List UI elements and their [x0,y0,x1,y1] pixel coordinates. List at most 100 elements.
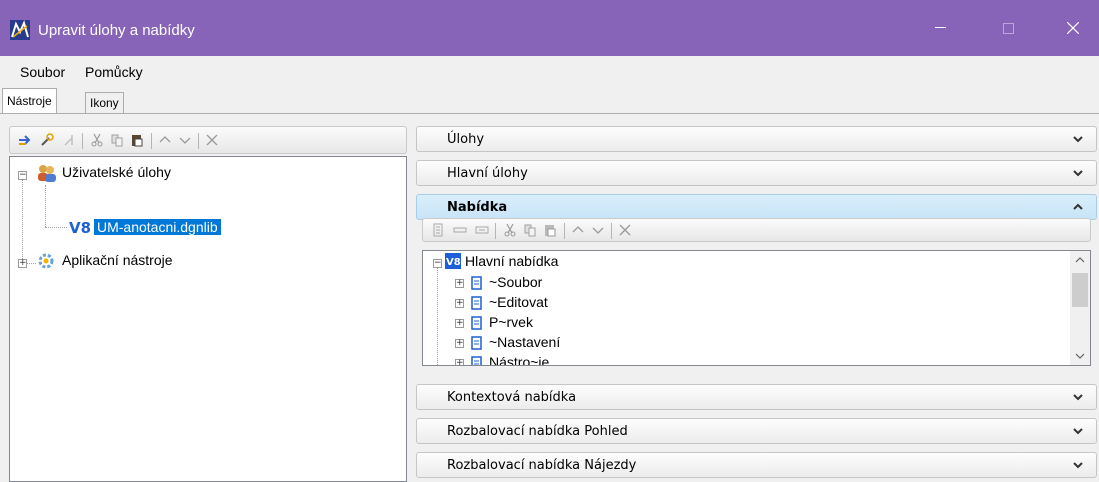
tab-divider [0,113,1099,114]
user-tasks-icon [38,165,56,182]
chevron-up-icon [1075,257,1085,263]
menu-pomucky[interactable]: Pomůcky [85,64,143,80]
section-najezdy[interactable]: Rozbalovací nabídka Nájezdy [416,452,1097,478]
tree-item-um-lib-label: UM-anotacni.dgnlib [94,219,221,235]
section-ulohy-label: Úlohy [447,132,485,147]
expand-toggle[interactable]: + [455,339,464,348]
paste-icon[interactable] [543,223,557,237]
title-bar: Upravit úlohy a nabídky [0,0,1099,56]
menu-item-prvek[interactable]: P~rvek [489,312,533,332]
menu-tree: − V8 Hlavní nabídka + ~Soubor + ~Editova… [422,250,1091,366]
menu-item-soubor[interactable]: ~Soubor [489,272,542,292]
tasks-tree: − Uživatelské úlohy V8 UM-anotacni.dgnli… [9,156,407,482]
delete-icon[interactable] [205,133,219,147]
menu-toolbar [422,218,1091,242]
new-menu-icon[interactable] [431,223,445,237]
gear-icon [38,253,54,269]
toolbar-separator [611,223,612,239]
chevron-down-icon [1075,353,1085,359]
cut-icon[interactable] [90,133,104,147]
tree-line [45,227,67,229]
section-kontextova-label: Kontextová nabídka [447,390,577,405]
chevron-down-icon [1073,462,1083,469]
menu-icon [471,356,482,365]
section-ulohy[interactable]: Úlohy [416,126,1097,152]
expand-toggle[interactable]: + [18,259,27,268]
chevron-down-icon [1073,428,1083,435]
move-down-icon[interactable] [178,133,192,147]
chevron-up-icon [1073,203,1083,210]
tree-item-user-tasks[interactable]: Uživatelské úlohy [62,161,171,183]
maximize-button[interactable] [985,12,1031,44]
new-menu-item-icon[interactable] [453,223,467,237]
scroll-thumb[interactable] [1072,273,1088,307]
section-nabidka-label: Nabídka [447,200,508,215]
move-down-icon[interactable] [591,223,605,237]
menu-item-nastaveni[interactable]: ~Nastavení [489,332,560,352]
tree-item-um-lib[interactable]: UM-anotacni.dgnlib [94,216,221,238]
new-tool-icon[interactable] [40,133,54,147]
menu-icon [471,296,482,310]
tab-nastroje[interactable]: Nástroje [2,88,57,113]
svg-text:V8: V8 [446,257,461,268]
new-submenu-icon[interactable] [475,223,489,237]
move-up-icon[interactable] [158,133,172,147]
section-pohled-label: Rozbalovací nabídka Pohled [447,424,628,439]
tree-item-app-tools[interactable]: Aplikační nástroje [62,249,173,271]
tasks-toolbar [9,126,407,154]
menu-editor: − V8 Hlavní nabídka + ~Soubor + ~Editova… [416,216,1097,372]
expand-toggle[interactable]: + [455,299,464,308]
chevron-down-icon [1073,136,1083,143]
menu-icon [471,316,482,330]
tasks-panel: − Uživatelské úlohy V8 UM-anotacni.dgnli… [9,126,407,482]
tree-line [22,175,24,265]
close-icon [1067,22,1079,34]
scroll-up-button[interactable] [1070,251,1090,269]
paste-icon[interactable] [130,133,144,147]
expand-toggle[interactable]: + [455,319,464,328]
menu-icon [471,276,482,290]
section-pohled[interactable]: Rozbalovací nabídka Pohled [416,418,1097,444]
move-up-icon[interactable] [571,223,585,237]
menu-tree-root[interactable]: Hlavní nabídka [465,251,558,271]
menu-item-nastroje[interactable]: Nástro~je [489,352,549,365]
toolbar-separator [82,133,83,149]
scroll-down-button[interactable] [1070,347,1090,365]
minimize-button[interactable] [917,12,963,44]
expand-toggle[interactable]: + [455,359,464,365]
toolbar-separator [564,223,565,239]
section-najezdy-label: Rozbalovací nabídka Nájezdy [447,458,637,473]
menu-tree-scrollbar[interactable] [1070,251,1090,365]
delete-icon[interactable] [618,223,632,237]
minimize-icon [934,27,946,28]
v8-menu-icon: V8 [445,253,461,269]
tab-ikony[interactable]: Ikony [85,92,124,114]
tree-line [45,185,47,227]
v8-library-icon: V8 [68,217,90,237]
collapse-toggle[interactable]: − [433,259,442,268]
chevron-down-icon [1073,394,1083,401]
chevron-down-icon [1073,170,1083,177]
new-tool-disabled-icon[interactable] [62,133,76,147]
section-kontextova[interactable]: Kontextová nabídka [416,384,1097,410]
menu-soubor[interactable]: Soubor [20,64,65,80]
toolbar-separator [495,223,496,239]
svg-text:V8: V8 [69,219,90,237]
section-hlavni-ulohy-label: Hlavní úlohy [447,166,528,181]
tree-line [437,265,439,365]
toolbar-separator [151,133,152,149]
microstation-app-icon [10,20,30,40]
window-title: Upravit úlohy a nabídky [38,22,195,39]
menu-bar: Soubor Pomůcky [0,56,1099,88]
new-task-icon[interactable] [18,133,32,147]
maximize-icon [1002,22,1014,34]
close-button[interactable] [1050,12,1096,44]
section-hlavni-ulohy[interactable]: Hlavní úlohy [416,160,1097,186]
expand-toggle[interactable]: + [455,279,464,288]
menu-item-editovat[interactable]: ~Editovat [489,292,548,312]
copy-icon[interactable] [110,133,124,147]
toolbar-separator [198,133,199,149]
collapse-toggle[interactable]: − [18,171,27,180]
copy-icon[interactable] [523,223,537,237]
cut-icon[interactable] [503,223,517,237]
